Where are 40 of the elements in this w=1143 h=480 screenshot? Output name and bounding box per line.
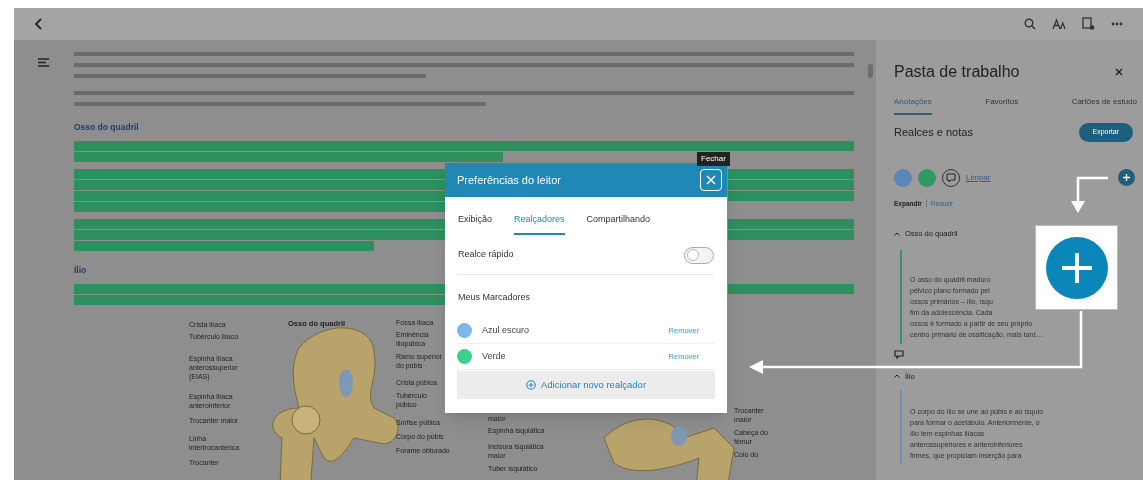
section-heading: Ílio: [74, 263, 88, 277]
add-icon: [1122, 173, 1131, 182]
section-heading: Osso do quadril: [74, 121, 140, 134]
dialog-tab[interactable]: Realçadores: [514, 213, 565, 235]
menu-icon[interactable]: [38, 58, 49, 67]
clear-link[interactable]: Limpar: [966, 171, 991, 184]
dialog-tab[interactable]: Exibição: [458, 213, 493, 235]
panel-tab[interactable]: Anotações: [894, 96, 932, 115]
chevron-up-icon: [894, 374, 900, 379]
add-icon: [1045, 236, 1108, 299]
panel-tab[interactable]: Favoritos: [985, 96, 1019, 115]
close-icon: [706, 175, 716, 185]
add-icon: [525, 380, 536, 390]
chevron-up-icon: [894, 231, 900, 236]
note-icon: [946, 172, 956, 183]
more-icon[interactable]: [1111, 22, 1123, 26]
font-size-icon[interactable]: [1052, 18, 1066, 30]
marker-name: Verde: [482, 349, 507, 363]
add-highlighter-button[interactable]: Adicionar novo realçador: [457, 371, 715, 399]
callout-arrow: [1071, 176, 1108, 213]
note-icon: [894, 349, 904, 359]
document-settings-icon[interactable]: [1082, 17, 1095, 31]
quick-highlight-toggle[interactable]: [684, 246, 714, 264]
dialog-title: Preferências do leitor: [457, 172, 562, 188]
close-button[interactable]: [1115, 68, 1123, 76]
dialog-tab[interactable]: Compartilhando: [586, 213, 651, 235]
markers-heading: Meus Marcadores: [457, 290, 532, 304]
close-icon: [1115, 68, 1123, 76]
panel-title: Pasta de trabalho: [894, 62, 1020, 82]
section-title: Realces e notas: [894, 125, 973, 140]
close-tooltip: Fechar: [697, 152, 730, 166]
panel-tab[interactable]: Cartões de estudo: [1071, 96, 1137, 115]
quick-highlight-label: Realce rápido: [458, 248, 514, 262]
back-icon[interactable]: [34, 18, 44, 30]
color-filter-button[interactable]: [918, 168, 936, 187]
scrollbar-thumb[interactable]: [867, 64, 873, 78]
color-filter-button[interactable]: [894, 168, 912, 187]
search-icon[interactable]: [1024, 18, 1036, 30]
add-button[interactable]: [1118, 169, 1135, 186]
marker-name: Azul escuro: [482, 323, 531, 337]
